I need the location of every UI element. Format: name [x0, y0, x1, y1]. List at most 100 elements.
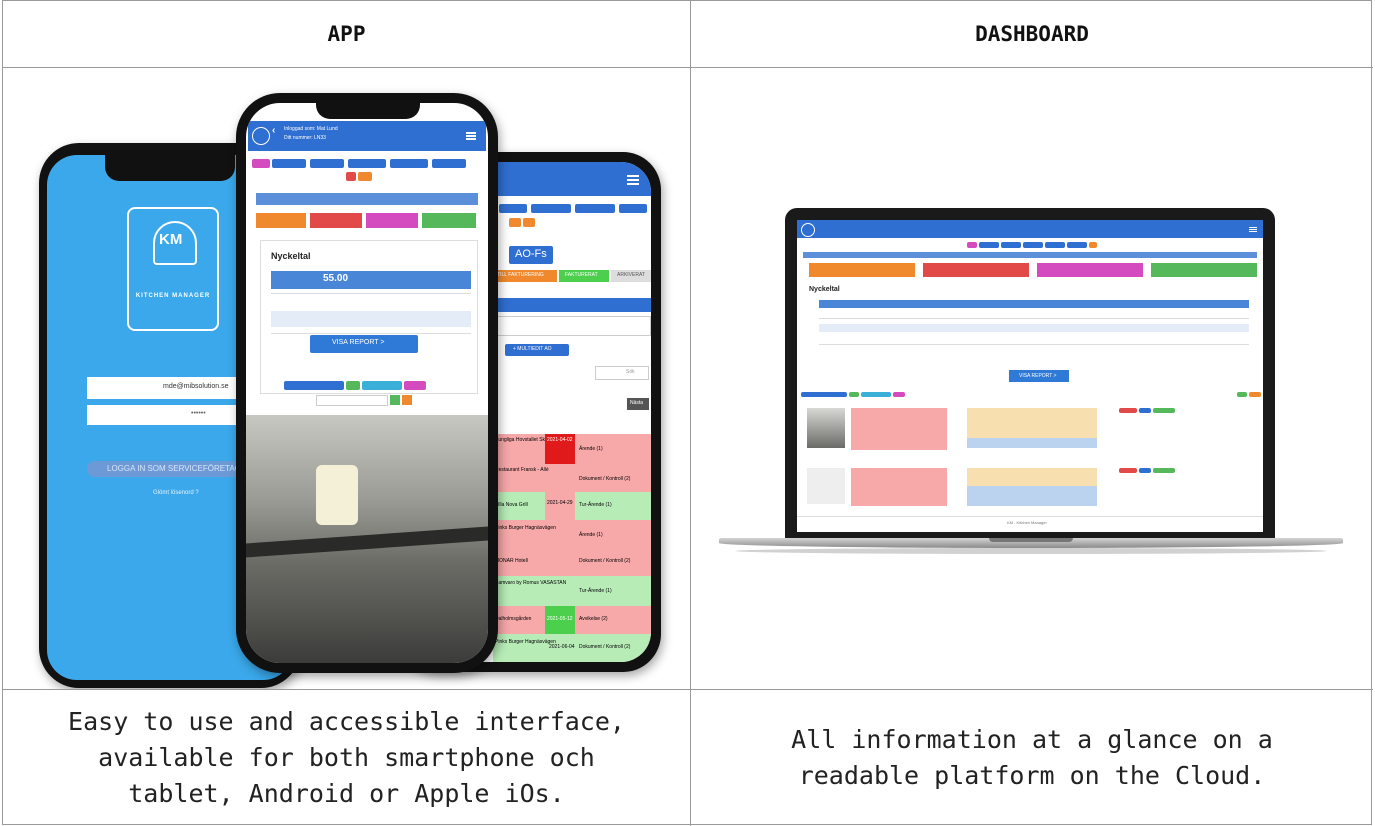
row-name: Pinks Burger Hagnäsvägen: [495, 525, 556, 531]
right-title-box: AO-Fs: [509, 246, 553, 264]
table-row[interactable]: Kungliga Hovstallet Skolan 2021-04-02 Är…: [493, 434, 651, 464]
back-icon[interactable]: ‹: [272, 125, 275, 136]
date-range-input[interactable]: [493, 316, 651, 336]
forgot-password-link[interactable]: Glömt lösenord ?: [153, 490, 199, 496]
avatar: [801, 223, 815, 237]
cancel-icon[interactable]: [402, 395, 412, 405]
filter-chip[interactable]: [1089, 242, 1097, 248]
row-button[interactable]: [1153, 468, 1175, 473]
laptop-hinge-notch: [989, 538, 1073, 542]
action-button-pink[interactable]: [1037, 263, 1143, 277]
menu-icon[interactable]: [627, 175, 639, 177]
list-item[interactable]: [801, 404, 1259, 456]
small-action-button[interactable]: [284, 381, 344, 390]
action-button-pink[interactable]: [366, 213, 418, 228]
action-button-orange[interactable]: [809, 263, 915, 277]
phone-notch: [105, 155, 235, 181]
nyckeltal-title: Nyckeltal: [271, 251, 311, 261]
app-header: APP: [327, 22, 366, 46]
action-button-red[interactable]: [310, 213, 362, 228]
dashboard-footer: KM - Kitchen Manager: [1007, 520, 1047, 525]
small-action-button[interactable]: [346, 381, 360, 390]
kpi-row: [271, 311, 471, 327]
small-action-button[interactable]: [362, 381, 402, 390]
list-item[interactable]: [801, 464, 1259, 510]
filter-chip[interactable]: [1067, 242, 1087, 248]
filter-chip[interactable]: [619, 204, 647, 213]
filter-chip[interactable]: [979, 242, 999, 248]
action-button-red[interactable]: [923, 263, 1029, 277]
avatar: [252, 127, 270, 145]
tab-label: ARKIVERAT: [617, 272, 645, 278]
tab-arkiverat[interactable]: ARKIVERAT: [611, 270, 651, 282]
row-button[interactable]: [1139, 468, 1151, 473]
table-row[interactable]: Pinks Burger Hagnäsvägen 2021-06-04 Doku…: [493, 634, 651, 662]
small-action-button[interactable]: [801, 392, 847, 397]
table-row[interactable]: Villa Nova Grill 2021-04-29 Tur-Ärende (…: [493, 492, 651, 520]
visa-report-button[interactable]: VISA REPORT >: [310, 335, 418, 353]
menu-icon[interactable]: [1249, 227, 1257, 228]
row-button[interactable]: [1119, 408, 1137, 413]
row-button[interactable]: [1139, 408, 1151, 413]
table-row[interactable]: Pinks Burger Hagnäsvägen Ärende (1): [493, 520, 651, 548]
filter-chip[interactable]: [967, 242, 977, 248]
filter-chip[interactable]: [575, 204, 615, 213]
filter-chip[interactable]: [272, 159, 306, 168]
row-status: Dokument / Kontroll (2): [579, 644, 631, 650]
divider: [271, 293, 471, 294]
row-button[interactable]: [1119, 468, 1137, 473]
menu-icon[interactable]: [466, 132, 476, 134]
row-date: 2021-05-12: [547, 616, 573, 622]
row-info-orange: [967, 408, 1097, 438]
small-action-button[interactable]: [1237, 392, 1247, 397]
center-phone: ‹ Inloggad som: Mat Lund Ditt nummer: LN…: [236, 93, 498, 673]
tab-till-fakturering[interactable]: TILL FAKTURERING: [493, 270, 557, 282]
divider: [271, 333, 471, 334]
action-button-orange[interactable]: [256, 213, 306, 228]
row-info-red: [851, 468, 947, 506]
filter-chip[interactable]: [432, 159, 466, 168]
filter-chip[interactable]: [348, 159, 386, 168]
row-name: LIONAR Hotell: [495, 558, 528, 564]
ao-table: Kungliga Hovstallet Skolan 2021-04-02 Är…: [493, 434, 651, 662]
table-row[interactable]: LIONAR Hotell Dokument / Kontroll (2): [493, 548, 651, 576]
multiedit-label: + MULTIEDIT AO: [513, 346, 552, 352]
filter-chip[interactable]: [346, 172, 356, 181]
table-row[interactable]: Dalholmsgården 2021-05-12 Avvikelse (2): [493, 606, 651, 634]
action-button-green[interactable]: [1151, 263, 1257, 277]
small-input[interactable]: [316, 395, 388, 406]
filter-chip[interactable]: [358, 172, 372, 181]
visa-report-button[interactable]: VISA REPORT >: [1009, 370, 1069, 382]
filter-chip[interactable]: [1001, 242, 1021, 248]
km-logo: KM KITCHEN MANAGER: [127, 207, 219, 331]
table-row[interactable]: Samvaro by Romus VASASTAN Tur-Ärende (1): [493, 576, 651, 606]
row-button[interactable]: [1153, 408, 1175, 413]
row-status: Ärende (1): [579, 446, 603, 452]
filter-chip[interactable]: [1045, 242, 1065, 248]
filter-chip[interactable]: [310, 159, 344, 168]
row-info-blue: [967, 486, 1097, 506]
filter-chip[interactable]: [531, 204, 571, 213]
tab-fakturerat[interactable]: FAKTURERAT: [559, 270, 609, 282]
confirm-icon[interactable]: [390, 395, 400, 405]
row-status: Avvikelse (2): [579, 616, 608, 622]
filter-chip[interactable]: [499, 204, 527, 213]
filter-chip[interactable]: [1023, 242, 1043, 248]
phone-notch: [316, 103, 420, 119]
small-action-button[interactable]: [861, 392, 891, 397]
filter-chip[interactable]: [509, 218, 521, 227]
filter-chip[interactable]: [252, 159, 270, 168]
action-button-green[interactable]: [422, 213, 476, 228]
multiedit-button[interactable]: + MULTIEDIT AO: [505, 344, 569, 356]
filter-chip[interactable]: [390, 159, 428, 168]
search-input[interactable]: Sök: [595, 366, 649, 380]
small-action-button[interactable]: [1249, 392, 1261, 397]
small-action-button[interactable]: [849, 392, 859, 397]
divider: [819, 318, 1249, 319]
next-page-button[interactable]: Nästa: [627, 398, 649, 410]
small-action-button[interactable]: [893, 392, 905, 397]
email-value: mde@mibsolution.se: [163, 383, 229, 390]
filter-chip[interactable]: [523, 218, 535, 227]
small-action-button[interactable]: [404, 381, 426, 390]
table-row[interactable]: Restaurant Fransk - Allé Dokument / Kont…: [493, 464, 651, 492]
